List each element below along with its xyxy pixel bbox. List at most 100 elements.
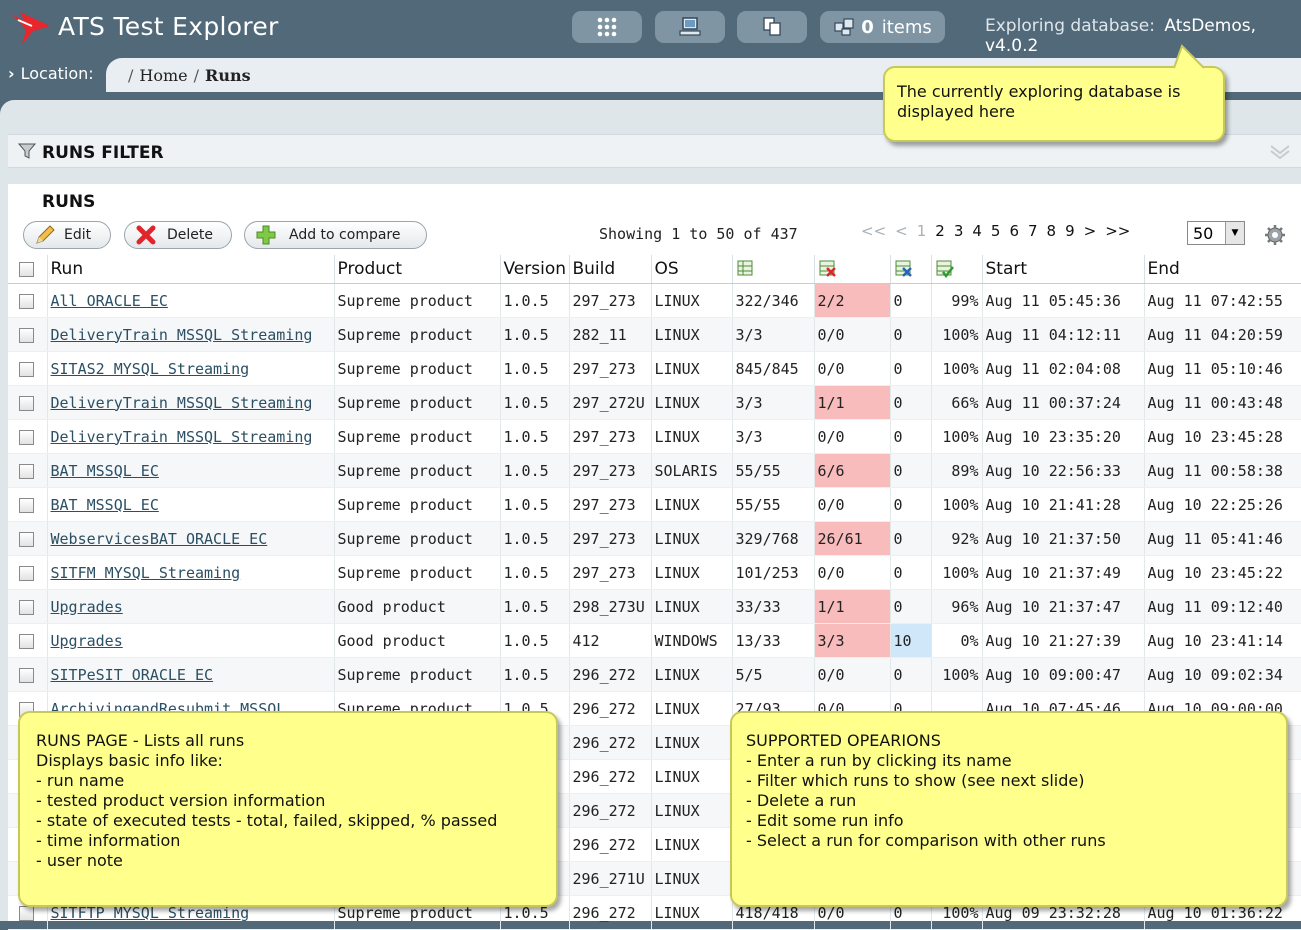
cell-os: LINUX <box>651 419 733 454</box>
cell-failed: 0/0 <box>814 555 891 590</box>
cell-os: LINUX <box>651 487 733 522</box>
database-info: Exploring database: AtsDemos, v4.0.2 <box>985 16 1301 56</box>
run-link[interactable]: WebservicesBAT ORACLE EC <box>51 530 268 548</box>
cell-failed: 0/0 <box>814 317 891 352</box>
chevron-down-icon: ▼ <box>1225 222 1244 244</box>
cell-build: 296_272 <box>569 691 652 726</box>
row-checkbox[interactable] <box>19 531 34 547</box>
cell-failed: 1/1 <box>814 589 891 624</box>
run-link[interactable]: Upgrades <box>51 598 123 616</box>
cell-product: Supreme product <box>334 317 501 352</box>
cell-start: Aug 11 04:12:11 <box>982 317 1145 352</box>
row-checkbox[interactable] <box>19 463 34 479</box>
row-checkbox[interactable] <box>19 599 34 615</box>
cell-end: Aug 10 22:25:26 <box>1144 487 1301 522</box>
column-header-build[interactable]: Build <box>569 255 652 284</box>
pager-page[interactable]: 4 <box>972 222 982 240</box>
cell-product: Supreme product <box>334 419 501 454</box>
cell-end: Aug 11 00:58:38 <box>1144 453 1301 488</box>
run-link[interactable]: Upgrades <box>51 632 123 650</box>
apps-button[interactable] <box>572 11 642 43</box>
run-link[interactable]: All ORACLE EC <box>51 292 168 310</box>
cell-os: LINUX <box>651 861 733 896</box>
column-header-start[interactable]: Start <box>982 255 1145 284</box>
compare-items-button[interactable]: 0 items <box>820 11 945 43</box>
cell-run: All ORACLE EC <box>47 283 335 318</box>
column-header-skipped[interactable] <box>890 255 932 284</box>
edit-button[interactable]: Edit <box>23 221 111 249</box>
showing-count: Showing 1 to 50 of 437 <box>599 225 798 243</box>
pencil-icon <box>36 225 55 244</box>
row-checkbox[interactable] <box>19 429 34 445</box>
row-select-cell <box>8 317 48 352</box>
pagination: << < 1 2 3 4 5 6 7 8 9 > >> <box>861 222 1139 240</box>
cell-passed: 100% <box>931 657 983 692</box>
cell-passed: 100% <box>931 317 983 352</box>
cell-product: Supreme product <box>334 657 501 692</box>
row-checkbox[interactable] <box>19 293 34 309</box>
pager-page[interactable]: 7 <box>1028 222 1038 240</box>
cell-os: LINUX <box>651 351 733 386</box>
column-header-passed[interactable] <box>931 255 983 284</box>
run-link[interactable]: BAT MSSQL EC <box>51 462 159 480</box>
row-select-cell <box>8 385 48 420</box>
row-checkbox[interactable] <box>19 395 34 411</box>
run-link[interactable]: SITFM MYSQL Streaming <box>51 564 241 582</box>
delete-button[interactable]: Delete <box>124 221 232 249</box>
collapse-icon[interactable] <box>1269 143 1291 159</box>
add-to-compare-button[interactable]: Add to compare <box>244 221 427 249</box>
row-checkbox[interactable] <box>19 327 34 343</box>
delete-label: Delete <box>167 227 213 243</box>
run-link[interactable]: SITAS2 MYSQL Streaming <box>51 360 250 378</box>
callout-line: - time information <box>36 831 181 850</box>
pager-page[interactable]: 5 <box>991 222 1001 240</box>
pager-first[interactable]: << <box>861 222 886 240</box>
row-checkbox[interactable] <box>19 905 34 921</box>
row-select-cell <box>8 589 48 624</box>
pager-page[interactable]: 9 <box>1065 222 1075 240</box>
breadcrumb-home[interactable]: Home <box>139 66 187 85</box>
run-link[interactable]: DeliveryTrain MSSQL Streaming <box>51 326 313 344</box>
row-checkbox[interactable] <box>19 361 34 377</box>
cell-start: Aug 11 02:04:08 <box>982 351 1145 386</box>
app-title: ATS Test Explorer <box>58 12 279 41</box>
pager-page[interactable]: 2 <box>935 222 945 240</box>
cell-build: 412 <box>569 623 652 658</box>
pager-next[interactable]: > <box>1084 222 1097 240</box>
column-header-end[interactable]: End <box>1144 255 1301 284</box>
callout-line: - Edit some run info <box>746 811 904 830</box>
column-header-failed[interactable] <box>814 255 891 284</box>
cell-version: 1.0.5 <box>500 555 570 590</box>
column-header-run[interactable]: Run <box>47 255 335 284</box>
row-checkbox[interactable] <box>19 633 34 649</box>
row-select-cell <box>8 555 48 590</box>
gear-icon[interactable] <box>1264 224 1286 246</box>
column-header-total[interactable] <box>732 255 815 284</box>
pager-prev[interactable]: < <box>895 222 908 240</box>
cell-end: Aug 11 07:42:55 <box>1144 283 1301 318</box>
pager-page[interactable]: 6 <box>1009 222 1019 240</box>
pager-page[interactable]: 3 <box>954 222 964 240</box>
cell-os: LINUX <box>651 555 733 590</box>
column-header-product[interactable]: Product <box>334 255 501 284</box>
run-link[interactable]: SITPeSIT ORACLE EC <box>51 666 214 684</box>
pager-last[interactable]: >> <box>1105 222 1130 240</box>
column-header-os[interactable]: OS <box>651 255 733 284</box>
run-link[interactable]: DeliveryTrain MSSQL Streaming <box>51 428 313 446</box>
machines-button[interactable] <box>655 11 725 43</box>
column-header-version[interactable]: Version <box>500 255 570 284</box>
cell-version: 1.0.5 <box>500 419 570 454</box>
row-checkbox[interactable] <box>19 565 34 581</box>
database-label: Exploring database: <box>985 16 1155 36</box>
copy-button[interactable] <box>737 11 807 43</box>
pager-page[interactable]: 8 <box>1047 222 1057 240</box>
run-link[interactable]: BAT MSSQL EC <box>51 496 159 514</box>
cell-os: LINUX <box>651 317 733 352</box>
row-checkbox[interactable] <box>19 667 34 683</box>
page-size-select[interactable]: 50 ▼ <box>1187 221 1245 245</box>
row-checkbox[interactable] <box>19 497 34 513</box>
cell-start: Aug 10 21:37:49 <box>982 555 1145 590</box>
run-link[interactable]: DeliveryTrain MSSQL Streaming <box>51 394 313 412</box>
cell-end: Aug 11 09:12:40 <box>1144 589 1301 624</box>
select-all-checkbox[interactable] <box>19 261 34 277</box>
